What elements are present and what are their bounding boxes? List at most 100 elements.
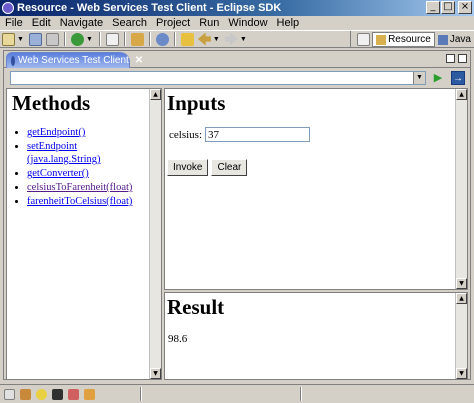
list-item: getEndpoint() [27,126,147,139]
save-icon[interactable] [28,32,42,46]
web-browser-icon[interactable] [155,32,169,46]
perspective-resource-label: Resource [388,34,431,45]
method-link-getendpoint[interactable]: getEndpoint() [27,127,85,138]
tab-label: Web Services Test Client [18,55,129,66]
list-item: setEndpoint (java.lang.String) [27,140,147,166]
open-type-icon[interactable] [105,32,119,46]
methods-scrollbar[interactable]: ▲ ▼ [149,89,161,379]
java-icon [437,34,448,45]
toolbar-separator [148,32,151,46]
forward-dropdown-icon[interactable]: ▼ [240,36,247,43]
back-dropdown-icon[interactable]: ▼ [213,36,220,43]
print-icon[interactable] [45,32,59,46]
status-bar [0,384,474,403]
annotation-icon[interactable] [180,32,194,46]
inputs-scrollbar[interactable]: ▲ ▼ [455,89,467,289]
eclipse-icon [2,2,14,14]
scroll-up-icon[interactable]: ▲ [150,89,161,100]
toolbar-separator [123,32,126,46]
menu-run[interactable]: Run [194,17,223,29]
window-title-bar: Resource - Web Services Test Client - Ec… [0,0,474,16]
web-services-icon [11,55,15,66]
methods-frame: Methods getEndpoint() setEndpoint (java.… [6,88,162,380]
forward-arrow-icon[interactable] [224,32,238,46]
back-arrow-icon[interactable] [197,32,211,46]
open-perspective-icon[interactable] [357,33,371,46]
tasks-icon[interactable] [36,388,47,400]
new-file-icon[interactable] [2,32,15,46]
method-link-setendpoint[interactable]: setEndpoint (java.lang.String) [27,141,100,165]
scroll-up-icon[interactable]: ▲ [456,89,467,100]
result-scrollbar[interactable]: ▲ ▼ [455,293,467,379]
editor-min-max [446,54,467,63]
browser-url-row: ▼ ▶ → [4,69,470,87]
clear-button[interactable]: Clear [211,159,248,176]
servers-icon[interactable] [68,388,79,400]
toolbar-separator [63,32,66,46]
methods-list: getEndpoint() setEndpoint (java.lang.Str… [27,126,147,209]
editor-tab-strip: Web Services Test Client ✕ [4,51,470,68]
pen-icon[interactable] [130,32,144,46]
url-dropdown-icon[interactable]: ▼ [413,72,425,84]
result-frame: Result 98.6 ▲ ▼ [164,292,468,380]
menu-edit[interactable]: Edit [27,17,55,29]
menu-search[interactable]: Search [107,17,151,29]
go-icon[interactable]: ▶ [431,71,445,85]
console-icon[interactable] [52,388,63,400]
toolbar-separator [98,32,101,46]
method-link-farenheittocelsius[interactable]: farenheitToCelsius(float) [27,196,132,207]
maximize-editor-icon[interactable] [458,54,467,63]
result-heading: Result [167,295,225,319]
status-divider [300,387,302,401]
menu-help[interactable]: Help [272,17,304,29]
invoke-button[interactable]: Invoke [167,159,209,176]
inputs-buttons: Invoke Clear [167,159,248,176]
debug-icon[interactable] [70,32,84,46]
debug-dropdown-icon[interactable]: ▼ [86,36,93,43]
tab-close-icon[interactable]: ✕ [135,55,143,66]
url-combo[interactable]: ▼ [10,71,426,85]
scroll-up-icon[interactable]: ▲ [456,293,467,304]
close-button[interactable]: × [458,1,472,14]
minimize-button[interactable]: _ [426,1,440,14]
new-dropdown-icon[interactable]: ▼ [17,36,24,43]
inputs-heading: Inputs [167,91,226,115]
perspective-switcher: Resource Java [350,31,474,48]
menu-project[interactable]: Project [151,17,194,29]
list-item: celsiusToFarenheit(float) [27,181,147,194]
menu-navigate[interactable]: Navigate [55,17,107,29]
celsius-input[interactable] [205,127,310,142]
list-item: getConverter() [27,167,147,180]
fast-view-icon[interactable] [4,388,15,400]
scroll-down-icon[interactable]: ▼ [456,368,467,379]
editor-area: Web Services Test Client ✕ ▼ ▶ → Methods… [3,50,471,380]
method-link-getconverter[interactable]: getConverter() [27,168,89,179]
scroll-down-icon[interactable]: ▼ [150,368,161,379]
inputs-frame: Inputs celsius: Invoke Clear ▲ ▼ [164,88,468,290]
main-toolbar: ▼ ▼ ▼ ▼ Resource Java [0,30,474,48]
test-client-content: Methods getEndpoint() setEndpoint (java.… [6,88,468,380]
list-item: farenheitToCelsius(float) [27,195,147,208]
celsius-field-row: celsius: [169,127,310,142]
url-input[interactable] [11,72,411,85]
tab-web-services-test-client[interactable]: Web Services Test Client ✕ [6,52,143,68]
menu-window[interactable]: Window [223,17,271,29]
properties-icon[interactable] [84,388,95,400]
scroll-down-icon[interactable]: ▼ [456,278,467,289]
window-title: Resource - Web Services Test Client - Ec… [17,2,282,14]
minimize-editor-icon[interactable] [446,54,455,63]
perspective-java[interactable]: Java [435,32,474,47]
navigate-icon[interactable]: → [451,71,465,85]
perspective-resource[interactable]: Resource [372,32,435,47]
perspective-java-label: Java [449,34,471,45]
folder-icon [376,34,387,45]
problems-icon[interactable] [20,388,31,400]
method-link-celsiustofarenheit[interactable]: celsiusToFarenheit(float) [27,182,132,193]
methods-heading: Methods [12,91,91,115]
maximize-button[interactable]: □ [441,1,455,14]
menu-file[interactable]: File [0,17,27,29]
window-controls: _ □ × [426,1,472,14]
menu-bar: File Edit Navigate Search Project Run Wi… [0,16,474,30]
celsius-label: celsius: [169,128,202,141]
result-value: 98.6 [168,333,188,345]
